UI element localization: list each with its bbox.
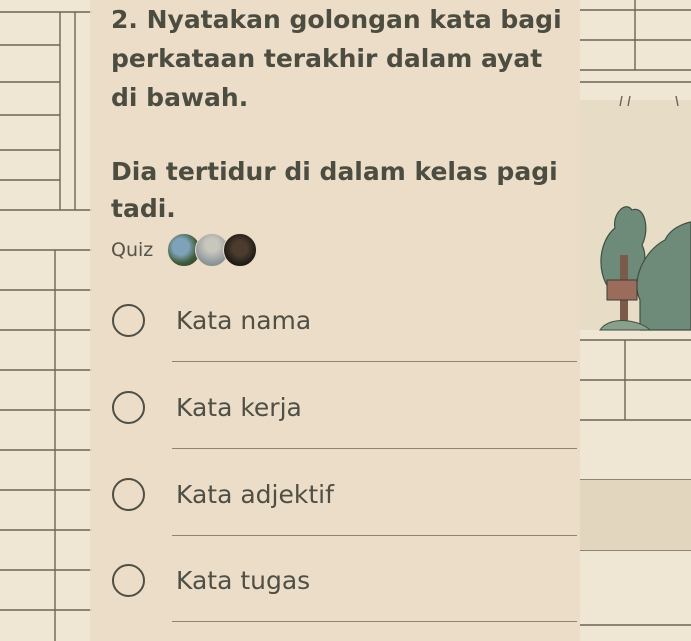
quiz-info: Quiz	[111, 232, 258, 268]
radio-button[interactable]	[112, 390, 145, 424]
radio-button[interactable]	[112, 563, 145, 597]
radio-button[interactable]	[112, 303, 145, 337]
question-line-3: di bawah.	[111, 83, 249, 112]
option-label: Kata kerja	[176, 392, 302, 422]
divider	[172, 448, 577, 449]
question-line-1: 2. Nyatakan golongan kata bagi	[111, 5, 562, 34]
divider	[172, 361, 577, 362]
avatar	[223, 233, 258, 267]
option-kata-kerja[interactable]: Kata kerja	[112, 387, 582, 427]
sentence-line-1: Dia tertidur di dalam kelas pagi	[111, 157, 558, 186]
option-kata-tugas[interactable]: Kata tugas	[112, 560, 582, 600]
sentence-line-2: tadi.	[111, 194, 176, 223]
question-text: 2. Nyatakan golongan kata bagi perkataan…	[111, 0, 571, 117]
divider	[172, 535, 577, 536]
question-line-2: perkataan terakhir dalam ayat	[111, 44, 543, 73]
question-sentence: Dia tertidur di dalam kelas pagi tadi.	[111, 153, 571, 227]
option-label: Kata adjektif	[176, 479, 334, 509]
quiz-label: Quiz	[111, 239, 154, 261]
option-label: Kata tugas	[176, 565, 311, 595]
option-kata-adjektif[interactable]: Kata adjektif	[112, 474, 582, 514]
radio-button[interactable]	[112, 477, 145, 511]
option-kata-nama[interactable]: Kata nama	[112, 300, 582, 340]
option-label: Kata nama	[176, 305, 312, 335]
divider	[172, 621, 577, 622]
avatar-group	[167, 233, 258, 267]
